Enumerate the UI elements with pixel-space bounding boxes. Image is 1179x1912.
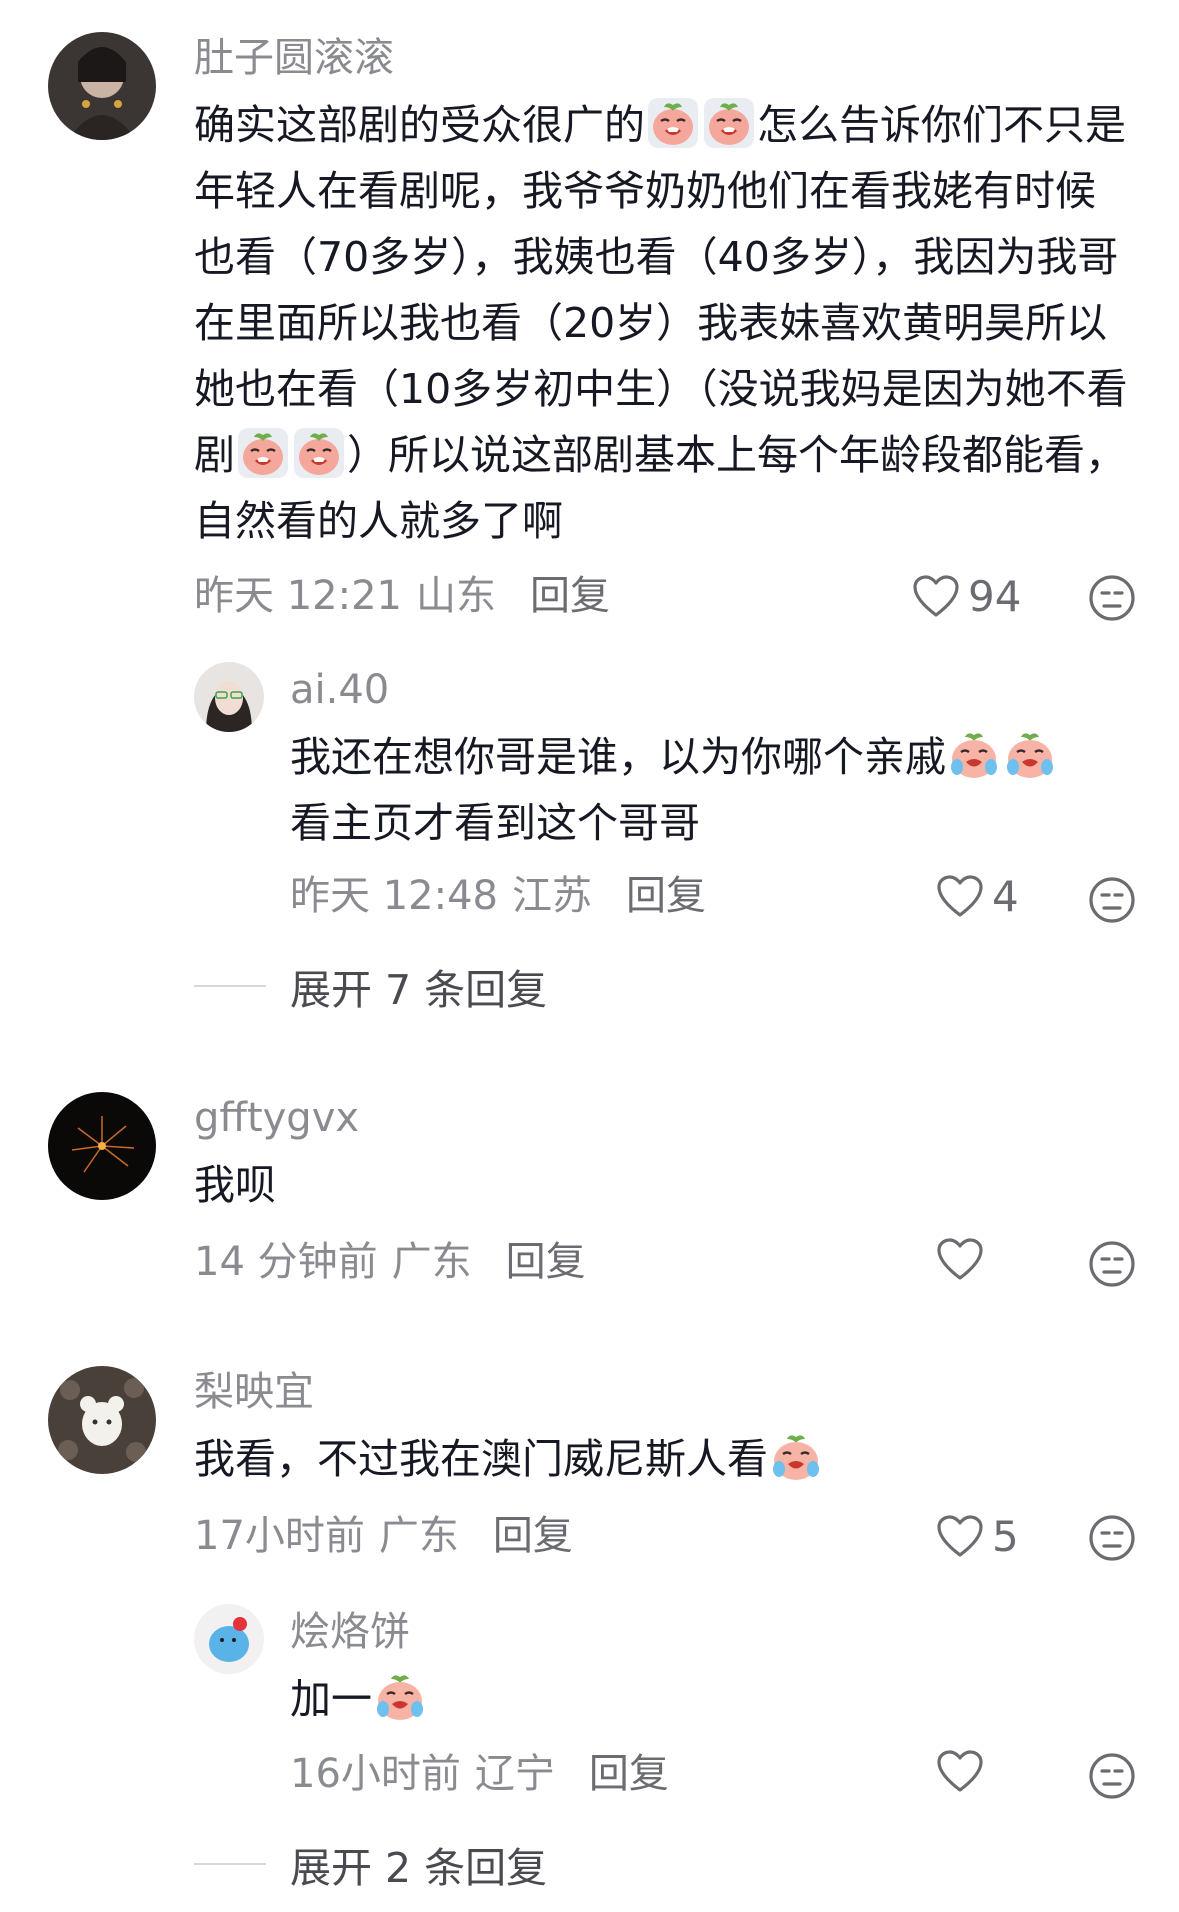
like-count: 94 <box>968 572 1022 621</box>
comment-text-part: 我呗 <box>194 1161 276 1209</box>
reply-text: 加一 <box>290 1666 1150 1732</box>
expand-replies-label: 展开 7 条回复 <box>290 966 548 1014</box>
sob-face-icon <box>647 97 699 149</box>
comment-username[interactable]: gfftygvx <box>194 1094 359 1142</box>
reply-time: 16小时前 <box>290 1751 461 1797</box>
comment-time: 14 分钟前 <box>194 1239 378 1285</box>
reply-location: 辽宁 <box>474 1751 555 1797</box>
comment-time: 昨天 12:21 <box>194 573 402 619</box>
comment-username[interactable]: 梨映宜 <box>194 1368 314 1416</box>
comment-location: 广东 <box>378 1513 459 1559</box>
sob-face-icon <box>293 427 345 479</box>
comment-text-part: 怎么告诉你们不只是年轻人在看剧呢，我爷爷奶奶他们在看我姥有时候也看（70多岁），… <box>194 101 1128 479</box>
comment-username[interactable]: 肚子圆滚滚 <box>194 34 394 82</box>
avatar[interactable] <box>194 1604 264 1674</box>
comment-meta: 14 分钟前 广东 回复 <box>194 1238 586 1286</box>
reply-text: 我还在想你哥是谁，以为你哪个亲戚 看主页才看到这个哥哥 <box>290 724 1150 856</box>
comment-meta: 17小时前 广东 回复 <box>194 1512 573 1560</box>
heart-icon <box>936 1750 984 1794</box>
expand-replies-button[interactable]: 展开 7 条回复 <box>194 956 547 1016</box>
reply-location: 江苏 <box>512 873 592 919</box>
comment-meta: 昨天 12:21 山东 回复 <box>194 572 610 620</box>
reply-time: 昨天 12:48 <box>290 873 498 919</box>
avatar[interactable] <box>194 662 264 732</box>
like-button[interactable]: 94 <box>912 572 1021 621</box>
like-button[interactable]: 5 <box>936 1512 1019 1561</box>
comment-text: 确实这部剧的受众很广的 怎么告诉你们不只是年轻人在看剧呢，我爷爷奶奶他们在看我姥有… <box>194 92 1134 554</box>
expand-replies-button[interactable]: 展开 2 条回复 <box>194 1834 547 1894</box>
reply-button[interactable]: 回复 <box>530 572 610 620</box>
divider <box>194 1863 266 1865</box>
avatar[interactable] <box>48 1366 156 1474</box>
avatar[interactable] <box>48 32 156 140</box>
reply-text-part: 我还在想你哥是谁，以为你哪个亲戚 <box>290 733 946 781</box>
reply-button[interactable]: 回复 <box>589 1750 669 1798</box>
sob-face-icon <box>703 97 755 149</box>
reply-meta: 16小时前 辽宁 回复 <box>290 1750 669 1798</box>
reply-text-part: 看主页才看到这个哥哥 <box>290 799 700 847</box>
heart-icon <box>936 875 984 919</box>
comment-location: 山东 <box>416 573 496 619</box>
reply-text-part: 加一 <box>290 1675 372 1723</box>
crying-face-icon <box>374 1671 426 1723</box>
expand-replies-label: 展开 2 条回复 <box>290 1844 548 1892</box>
dislike-face-icon[interactable] <box>1088 1240 1136 1288</box>
like-button[interactable]: 4 <box>936 872 1019 921</box>
reply-button[interactable]: 回复 <box>626 872 706 920</box>
dislike-face-icon[interactable] <box>1088 574 1136 622</box>
avatar[interactable] <box>48 1092 156 1200</box>
reply-username[interactable]: 烩烙饼 <box>290 1608 410 1656</box>
crying-face-icon <box>1004 729 1056 781</box>
heart-icon <box>936 1515 984 1559</box>
crying-face-icon <box>770 1431 822 1483</box>
comment-text: 我看，不过我在澳门威尼斯人看 <box>194 1426 1134 1492</box>
like-button[interactable] <box>936 1238 992 1282</box>
heart-icon <box>912 575 960 619</box>
like-button[interactable] <box>936 1750 992 1794</box>
divider <box>194 985 266 987</box>
reply-button[interactable]: 回复 <box>493 1512 573 1560</box>
comment-text-part: 我看，不过我在澳门威尼斯人看 <box>194 1435 768 1483</box>
comment-text-part: 确实这部剧的受众很广的 <box>194 101 645 149</box>
crying-face-icon <box>948 729 1000 781</box>
dislike-face-icon[interactable] <box>1088 1752 1136 1800</box>
comment-time: 17小时前 <box>194 1513 365 1559</box>
sob-face-icon <box>237 427 289 479</box>
like-count: 4 <box>992 872 1019 921</box>
reply-meta: 昨天 12:48 江苏 回复 <box>290 872 706 920</box>
reply-username[interactable]: ai.40 <box>290 666 389 714</box>
like-count: 5 <box>992 1512 1019 1561</box>
dislike-face-icon[interactable] <box>1088 876 1136 924</box>
heart-icon <box>936 1238 984 1282</box>
reply-button[interactable]: 回复 <box>506 1238 586 1286</box>
dislike-face-icon[interactable] <box>1088 1514 1136 1562</box>
comment-text: 我呗 <box>194 1152 1134 1218</box>
comment-location: 广东 <box>391 1239 472 1285</box>
